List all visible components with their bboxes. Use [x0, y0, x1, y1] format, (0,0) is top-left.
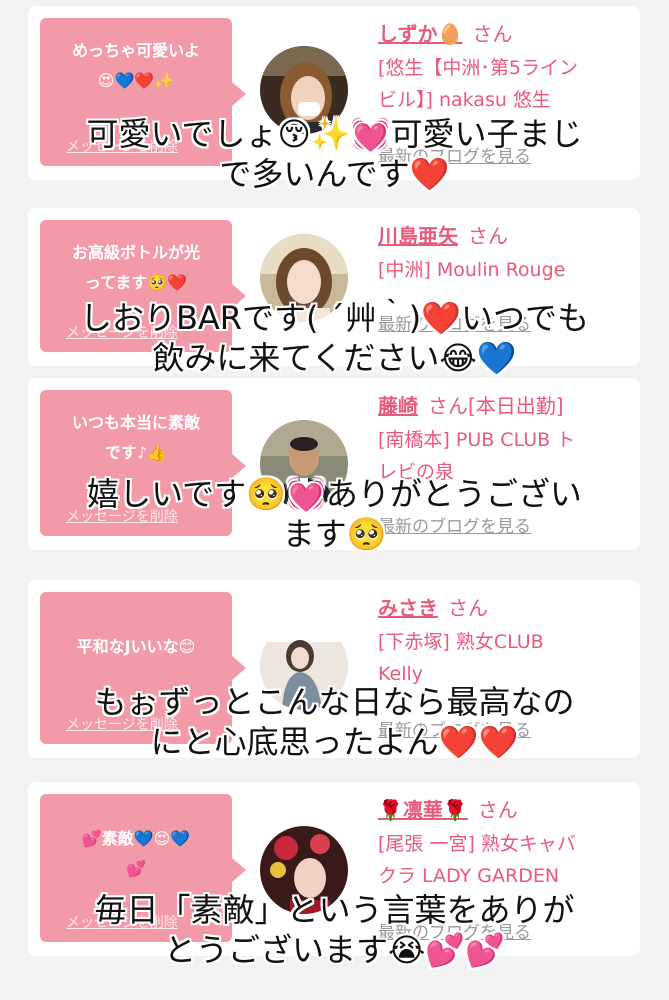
- overlay-line: 毎日「素敵」という言葉をありが: [94, 891, 575, 929]
- shop-line: [尾張 一宮] 熟女キャバ: [378, 833, 576, 855]
- overlay-caption: 嬉しいです🥺💓ありがとうござい ます🥺: [0, 474, 669, 554]
- shop-line: [悠生【中洲･第5ライン: [378, 57, 579, 79]
- sender-name-link[interactable]: 🌹凛華🌹: [378, 798, 468, 822]
- sender-info: みさき さん [下赤塚] 熟女CLUB Kelly: [378, 594, 633, 690]
- overlay-line: とうございます😭💕💕: [163, 931, 506, 969]
- overlay-line: もぉずっとこんな日なら最高なの: [94, 683, 575, 721]
- honorific: さん: [477, 798, 518, 822]
- honorific: さん: [472, 22, 513, 46]
- shop-label[interactable]: [下赤塚] 熟女CLUB Kelly: [378, 626, 633, 690]
- shop-line: クラ LADY GARDEN: [378, 865, 560, 887]
- message-text: ってます🥺❤️: [84, 273, 188, 292]
- overlay-line: ます🥺: [282, 515, 387, 553]
- shop-line: [南橋本] PUB CLUB ト: [378, 429, 576, 451]
- overlay-caption: もぉずっとこんな日なら最高なの にと心底思ったよん❤️❤️: [0, 682, 669, 762]
- shop-label[interactable]: [悠生【中洲･第5ライン ビル】] nakasu 悠生: [378, 52, 633, 116]
- honorific: さん: [448, 596, 488, 620]
- sender-name-link[interactable]: 藤崎: [378, 394, 418, 418]
- shop-label[interactable]: [中洲] Moulin Rouge: [378, 254, 633, 286]
- message-text: お高級ボトルが光: [71, 243, 200, 262]
- sender-name-link[interactable]: しずか🥚: [378, 22, 463, 46]
- message-text: いつも本当に素敵: [71, 413, 200, 432]
- shop-label[interactable]: [尾張 一宮] 熟女キャバ クラ LADY GARDEN: [378, 828, 633, 892]
- sender-name-link[interactable]: みさき: [378, 596, 438, 620]
- sender-info: 🌹凛華🌹 さん [尾張 一宮] 熟女キャバ クラ LADY GARDEN: [378, 796, 633, 892]
- overlay-caption: 可愛いでしょ😚✨💓可愛い子まじ で多いんです❤️: [0, 114, 669, 194]
- message-text: めっちゃ可愛いよ: [72, 41, 200, 60]
- sender-name-link[interactable]: 川島亜矢: [378, 224, 458, 248]
- overlay-caption: 毎日「素敵」という言葉をありが とうございます😭💕💕: [0, 890, 669, 970]
- sender-info: 川島亜矢 さん [中洲] Moulin Rouge: [378, 222, 633, 286]
- message-text: です♪👍: [104, 443, 168, 462]
- message-text: 💕素敵💙😍💙: [81, 829, 191, 848]
- overlay-line: にと心底思ったよん❤️❤️: [150, 723, 519, 761]
- sender-info: しずか🥚 さん [悠生【中洲･第5ライン ビル】] nakasu 悠生: [378, 20, 633, 116]
- honorific: さん[本日出勤]: [428, 394, 564, 418]
- shop-line: [下赤塚] 熟女CLUB: [378, 631, 544, 653]
- overlay-line: 嬉しいです🥺💓ありがとうござい: [87, 475, 582, 513]
- overlay-caption: しおりBARです( ´艸｀)❤️いつでも 飲みに来てください😂💙: [0, 298, 669, 378]
- shop-line: [中洲] Moulin Rouge: [378, 259, 566, 281]
- message-text: 😍💙❤️✨: [97, 71, 175, 90]
- message-text: 💕: [126, 859, 146, 878]
- message-text: 平和なJいいな😊: [76, 637, 196, 656]
- shop-line: ビル】] nakasu 悠生: [378, 89, 551, 111]
- overlay-line: 可愛いでしょ😚✨💓可愛い子まじ: [86, 115, 583, 153]
- overlay-line: で多いんです❤️: [219, 155, 450, 193]
- honorific: さん: [468, 224, 508, 248]
- overlay-line: 飲みに来てください😂💙: [152, 339, 517, 377]
- overlay-line: しおりBARです( ´艸｀)❤️いつでも: [79, 299, 590, 337]
